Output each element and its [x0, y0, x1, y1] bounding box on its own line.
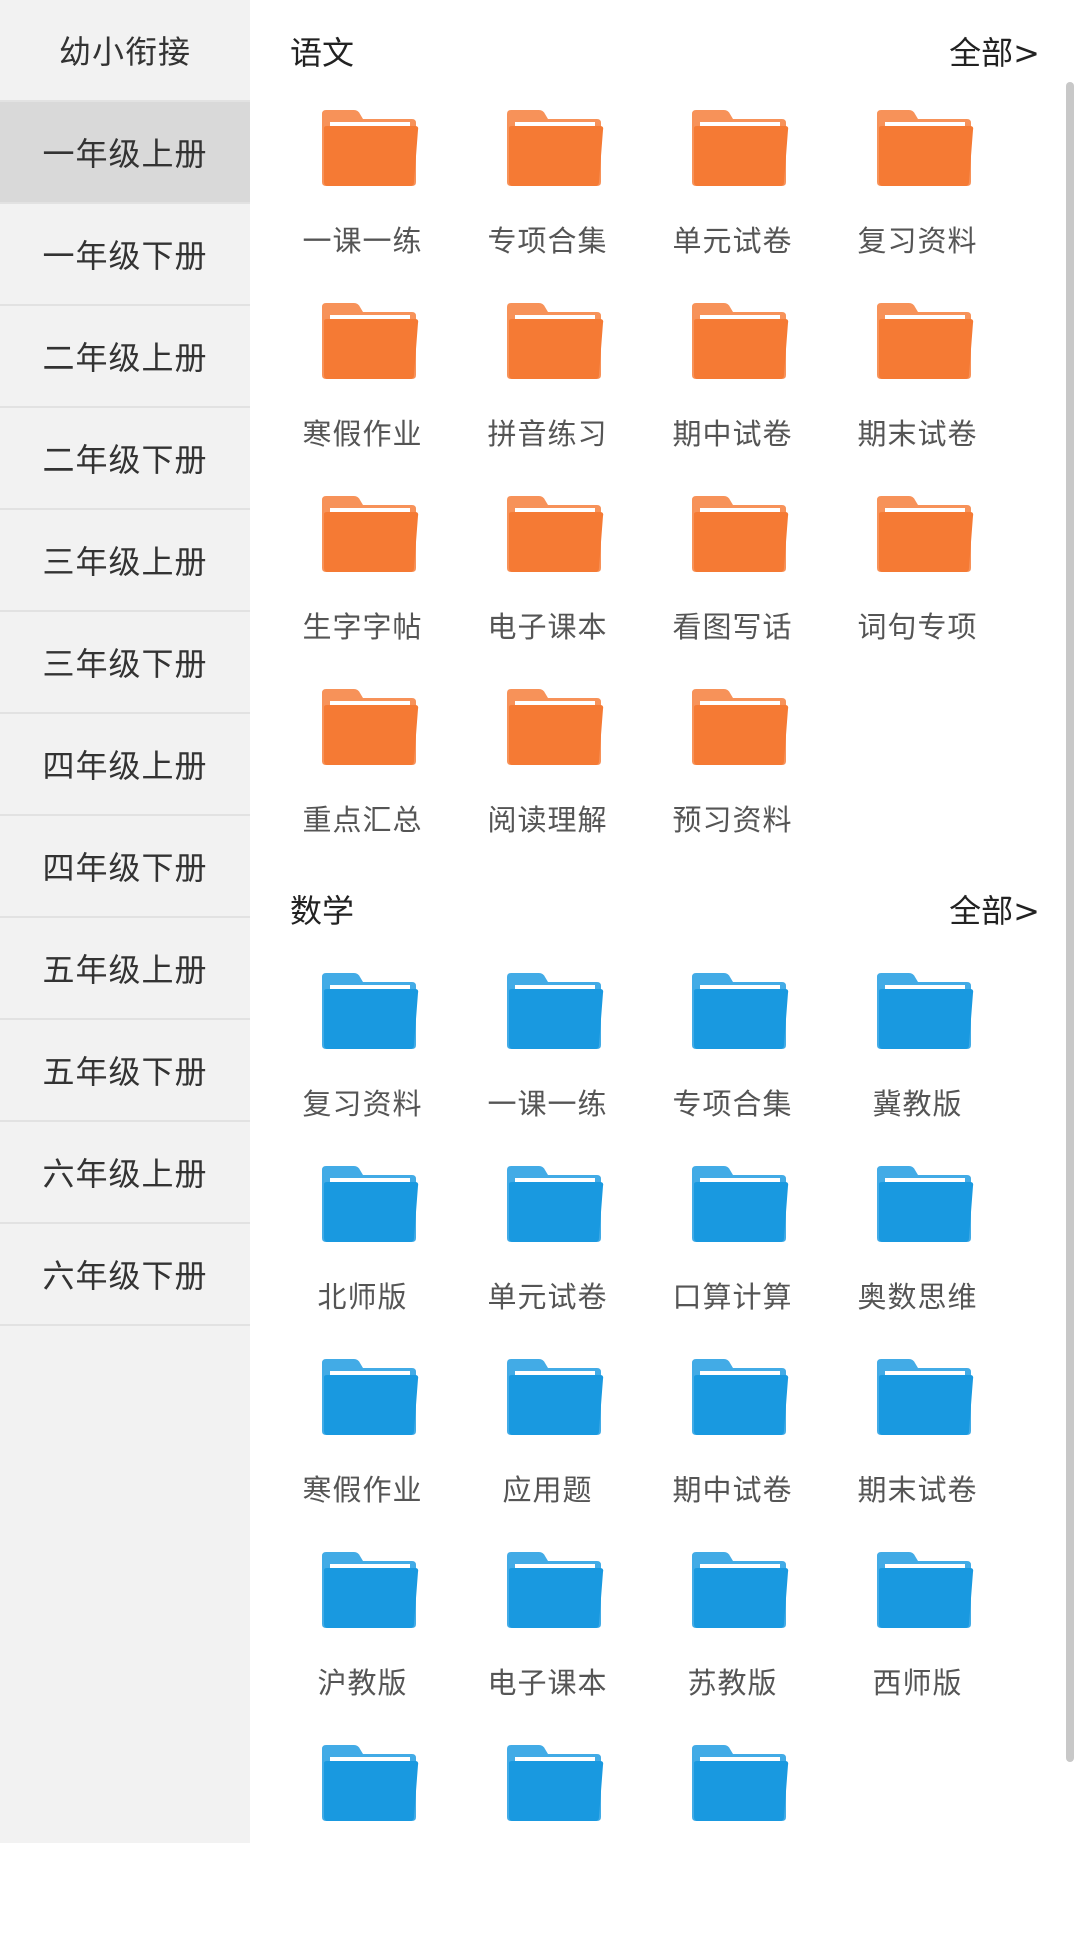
sidebar-item-grade5-vol1[interactable]: 五年级上册 — [0, 918, 250, 1020]
folder-label: 预习资料 — [672, 803, 793, 837]
folder-tile[interactable]: 沪教版 — [270, 1550, 455, 1743]
sidebar-item-grade3-vol1[interactable]: 三年级上册 — [0, 510, 250, 612]
folder-label: 寒假作业 — [302, 417, 423, 451]
folder-label: 电子课本 — [487, 1666, 608, 1700]
view-all-chinese-link[interactable]: 全部> — [949, 28, 1040, 74]
folder-tile[interactable]: 单元试卷 — [455, 1164, 640, 1357]
sidebar-item-grade4-vol2[interactable]: 四年级下册 — [0, 816, 250, 918]
folder-label: 西师版 — [872, 1666, 963, 1700]
folder-tile[interactable]: 口算计算 — [640, 1164, 825, 1357]
folder-label: 冀教版 — [872, 1087, 963, 1121]
content-area: 语文 全部> 一课一练 专项合集 单元试卷 复习资料 寒假作业 拼音练习 期中试卷 期末试卷生… — [250, 0, 1080, 1843]
folder-tile[interactable]: 寒假作业 — [270, 301, 455, 494]
folder-tile[interactable]: 电子课本 — [455, 1550, 640, 1743]
sidebar-item-grade1-vol2[interactable]: 一年级下册 — [0, 204, 250, 306]
sidebar-item-grade2-vol1[interactable]: 二年级上册 — [0, 306, 250, 408]
sidebar-item-grade4-vol1[interactable]: 四年级上册 — [0, 714, 250, 816]
section-title-math: 数学 — [290, 892, 355, 930]
folder-tile[interactable] — [455, 1743, 640, 1936]
folder-tile[interactable] — [640, 1743, 825, 1936]
folder-label: 期中试卷 — [672, 1473, 793, 1507]
folder-label: 专项合集 — [672, 1087, 793, 1121]
section-header-chinese: 语文 全部> — [290, 28, 1040, 78]
folder-tile[interactable]: 期末试卷 — [825, 301, 1010, 494]
sidebar-item-grade1-vol1[interactable]: 一年级上册 — [0, 102, 250, 204]
folder-tile[interactable]: 期中试卷 — [640, 1357, 825, 1550]
scrollbar[interactable] — [1066, 82, 1074, 1762]
folder-label: 单元试卷 — [672, 224, 793, 258]
folder-tile[interactable]: 期中试卷 — [640, 301, 825, 494]
folder-tile[interactable]: 拼音练习 — [455, 301, 640, 494]
folder-label: 期末试卷 — [857, 1473, 978, 1507]
folder-tile[interactable]: 阅读理解 — [455, 687, 640, 880]
folder-label: 看图写话 — [672, 610, 793, 644]
folder-label: 一课一练 — [487, 1087, 608, 1121]
folder-label: 复习资料 — [302, 1087, 423, 1121]
folder-label: 专项合集 — [487, 224, 608, 258]
grade-sidebar: 幼小衔接 一年级上册 一年级下册 二年级上册 二年级下册 三年级上册 三年级下册… — [0, 0, 250, 1843]
folder-tile[interactable]: 寒假作业 — [270, 1357, 455, 1550]
folder-label: 复习资料 — [857, 224, 978, 258]
section-title-chinese: 语文 — [290, 34, 355, 72]
sidebar-item-grade5-vol2[interactable]: 五年级下册 — [0, 1020, 250, 1122]
folder-label: 期末试卷 — [857, 417, 978, 451]
folder-label: 沪教版 — [317, 1666, 408, 1700]
sidebar-item-grade2-vol2[interactable]: 二年级下册 — [0, 408, 250, 510]
folder-label: 奥数思维 — [857, 1280, 978, 1314]
folder-tile[interactable]: 生字字帖 — [270, 494, 455, 687]
folder-tile[interactable]: 看图写话 — [640, 494, 825, 687]
folder-label: 生字字帖 — [302, 610, 423, 644]
folder-tile[interactable]: 电子课本 — [455, 494, 640, 687]
folder-label: 电子课本 — [487, 610, 608, 644]
folder-label: 重点汇总 — [302, 803, 423, 837]
folder-tile[interactable]: 应用题 — [455, 1357, 640, 1550]
sidebar-item-grade3-vol2[interactable]: 三年级下册 — [0, 612, 250, 714]
folder-label: 词句专项 — [857, 610, 978, 644]
folder-tile[interactable]: 北师版 — [270, 1164, 455, 1357]
folder-tile[interactable]: 复习资料 — [825, 108, 1010, 301]
folder-label: 拼音练习 — [487, 417, 608, 451]
sidebar-item-grade6-vol2[interactable]: 六年级下册 — [0, 1224, 250, 1326]
folder-tile[interactable]: 词句专项 — [825, 494, 1010, 687]
folder-tile[interactable]: 苏教版 — [640, 1550, 825, 1743]
folder-tile[interactable]: 一课一练 — [270, 108, 455, 301]
folder-label: 寒假作业 — [302, 1473, 423, 1507]
folder-tile[interactable] — [270, 1743, 455, 1936]
sidebar-item-kindergarten-transition[interactable]: 幼小衔接 — [0, 0, 250, 102]
folder-tile[interactable]: 期末试卷 — [825, 1357, 1010, 1550]
folder-label: 阅读理解 — [487, 803, 608, 837]
folder-tile[interactable]: 重点汇总 — [270, 687, 455, 880]
section-header-math: 数学 全部> — [290, 886, 1040, 936]
folder-label: 应用题 — [502, 1473, 593, 1507]
folder-tile[interactable]: 专项合集 — [640, 971, 825, 1164]
folder-tile[interactable]: 冀教版 — [825, 971, 1010, 1164]
folder-label: 苏教版 — [687, 1666, 778, 1700]
folder-label: 期中试卷 — [672, 417, 793, 451]
folder-tile[interactable]: 专项合集 — [455, 108, 640, 301]
view-all-math-link[interactable]: 全部> — [949, 886, 1040, 932]
folder-tile[interactable]: 西师版 — [825, 1550, 1010, 1743]
folder-label: 北师版 — [317, 1280, 408, 1314]
folder-label: 口算计算 — [672, 1280, 793, 1314]
folder-label: 单元试卷 — [487, 1280, 608, 1314]
folder-tile[interactable]: 预习资料 — [640, 687, 825, 880]
folder-tile[interactable]: 单元试卷 — [640, 108, 825, 301]
folder-tile[interactable]: 复习资料 — [270, 971, 455, 1164]
folder-tile[interactable]: 奥数思维 — [825, 1164, 1010, 1357]
sidebar-item-grade6-vol1[interactable]: 六年级上册 — [0, 1122, 250, 1224]
folder-label: 一课一练 — [302, 224, 423, 258]
folder-tile[interactable]: 一课一练 — [455, 971, 640, 1164]
